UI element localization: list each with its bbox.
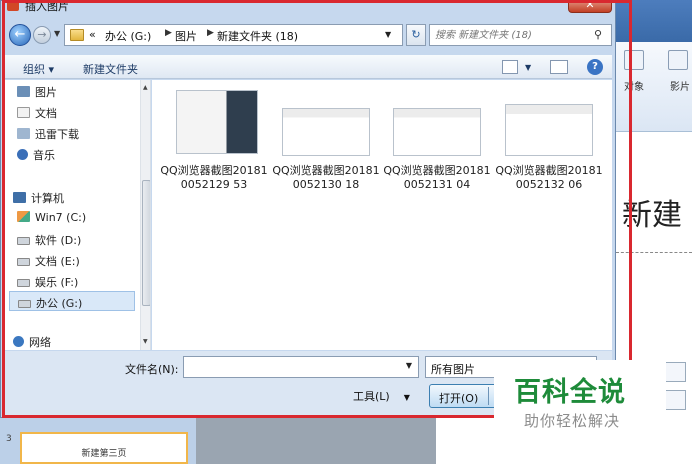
filename-dropdown-icon[interactable]: ▼ [406, 361, 412, 370]
image-thumbnail [176, 90, 258, 154]
recent-locations-chevron-icon[interactable]: ▼ [54, 29, 60, 38]
nav-scrollbar[interactable]: ▲ ▼ [140, 80, 150, 350]
open-split-divider [488, 387, 489, 405]
nav-item-drive-f[interactable]: 娱乐 (F:) [17, 274, 78, 290]
new-folder-button[interactable]: 新建文件夹 [83, 61, 138, 77]
address-dropdown-icon[interactable]: ▼ [385, 30, 391, 39]
file-list: QQ浏览器截图201810052129 53 QQ浏览器截图2018100521… [152, 80, 612, 350]
dialog-title: 插入图片 [25, 0, 69, 13]
breadcrumb-drive[interactable]: 办公 (G:) [105, 28, 151, 44]
scroll-up-icon[interactable]: ▲ [143, 84, 148, 91]
image-thumbnail [505, 104, 593, 156]
close-button[interactable]: ✕ [568, 0, 612, 13]
back-button[interactable]: ← [9, 24, 31, 46]
file-name: QQ浏览器截图201810052129 53 [160, 164, 268, 191]
breadcrumb-overflow[interactable]: « [89, 28, 96, 41]
ribbon-object-label: 对象 [624, 82, 644, 93]
search-input[interactable] [435, 28, 585, 42]
background-ribbon-tabs [616, 0, 692, 42]
filetype-value: 所有图片 [431, 363, 475, 376]
slide-layout-icons [664, 362, 690, 422]
drive-icon [17, 237, 30, 245]
computer-icon [13, 192, 26, 203]
breadcrumb-chevron-icon[interactable]: ▶ [165, 28, 172, 38]
address-row: ← → ▼ « 办公 (G:) ▶ 图片 ▶ 新建文件夹 (18) ▼ ↻ ⚲ [1, 19, 615, 49]
nav-item-music[interactable]: 音乐 [17, 147, 55, 163]
panel-gap [196, 418, 436, 464]
powerpoint-icon [7, 0, 19, 11]
pictures-icon [17, 86, 30, 97]
file-name: QQ浏览器截图201810052132 06 [495, 164, 603, 191]
watermark-title: 百科全说 [514, 377, 626, 408]
preview-pane-icon[interactable] [550, 60, 568, 74]
breadcrumb-chevron-icon[interactable]: ▶ [207, 28, 214, 38]
nav-item-drive-g[interactable]: 办公 (G:) [9, 291, 135, 311]
dialog-titlebar: 插入图片 ✕ [1, 0, 615, 15]
object-icon [624, 50, 644, 70]
filename-label: 文件名(N): [125, 363, 179, 376]
organize-menu[interactable]: 组织 ▾ [23, 61, 54, 77]
file-item[interactable]: QQ浏览器截图201810052129 53 [158, 88, 270, 208]
drive-icon [17, 279, 30, 287]
folder-icon [70, 29, 84, 41]
nav-item-drive-c[interactable]: Win7 (C:) [17, 211, 86, 224]
slide-thumbnail-text: 新建第三页 [81, 449, 127, 459]
file-item[interactable]: QQ浏览器截图201810052132 06 [493, 88, 605, 208]
nav-item-thunder-downloads[interactable]: 迅雷下载 [17, 126, 79, 142]
documents-icon [17, 107, 30, 118]
navigation-pane: 图片 文档 迅雷下载 音乐 计算机 Win7 (C:) 软件 (D:) 文档 (… [5, 80, 151, 350]
filename-field[interactable]: ▼ [183, 356, 419, 378]
music-icon [17, 149, 28, 160]
nav-item-computer[interactable]: 计算机 [13, 190, 64, 206]
tools-chevron-icon: ▼ [403, 393, 410, 402]
system-drive-icon [17, 211, 30, 222]
file-name: QQ浏览器截图201810052130 18 [272, 164, 380, 191]
open-button[interactable]: 打开(O) [429, 384, 499, 408]
insert-picture-dialog: 插入图片 ✕ ← → ▼ « 办公 (G:) ▶ 图片 ▶ 新建文件夹 (18)… [0, 0, 616, 418]
help-icon[interactable]: ? [587, 59, 603, 75]
background-ribbon: 对象 影片 [616, 42, 692, 132]
slide-thumbnail[interactable]: 新建第三页 [20, 432, 188, 464]
watermark: 百科全说 助你轻松解决 [494, 360, 666, 434]
nav-item-pictures[interactable]: 图片 [17, 84, 57, 100]
refresh-button[interactable]: ↻ [406, 24, 426, 46]
view-mode-chevron-icon[interactable]: ▼ [525, 63, 531, 72]
nav-item-drive-e[interactable]: 文档 (E:) [17, 253, 80, 269]
nav-item-drive-d[interactable]: 软件 (D:) [17, 232, 81, 248]
search-icon[interactable]: ⚲ [594, 28, 602, 41]
watermark-subtitle: 助你轻松解决 [524, 412, 621, 430]
slide-placeholder-border [616, 252, 692, 253]
image-thumbnail [282, 108, 370, 156]
scrollbar-thumb[interactable] [142, 180, 150, 306]
nav-item-documents[interactable]: 文档 [17, 105, 57, 121]
tools-menu[interactable]: 工具(L) ▼ [353, 388, 410, 404]
scroll-down-icon[interactable]: ▼ [143, 338, 148, 345]
ribbon-movie-label: 影片 [670, 82, 690, 93]
thunder-download-icon [17, 128, 30, 139]
slide-number: 3 [6, 434, 12, 444]
network-icon [13, 336, 24, 347]
breadcrumb-pictures[interactable]: 图片 [175, 28, 197, 44]
file-name: QQ浏览器截图201810052131 04 [383, 164, 491, 191]
command-bar: 组织 ▾ 新建文件夹 ▼ ? [5, 55, 612, 79]
drive-icon [18, 300, 31, 308]
file-item[interactable]: QQ浏览器截图201810052131 04 [381, 88, 493, 208]
slide-title: 新建 [622, 198, 682, 233]
drive-icon [17, 258, 30, 266]
file-item[interactable]: QQ浏览器截图201810052130 18 [270, 88, 382, 208]
forward-button[interactable]: → [33, 26, 51, 44]
movie-icon [668, 50, 688, 70]
breadcrumb-current-folder[interactable]: 新建文件夹 (18) [217, 28, 298, 44]
search-box[interactable]: ⚲ [429, 24, 612, 46]
address-bar[interactable]: « 办公 (G:) ▶ 图片 ▶ 新建文件夹 (18) ▼ [64, 24, 403, 46]
image-thumbnail [393, 108, 481, 156]
view-mode-icon[interactable] [502, 60, 518, 74]
nav-item-network[interactable]: 网络 [13, 334, 51, 350]
